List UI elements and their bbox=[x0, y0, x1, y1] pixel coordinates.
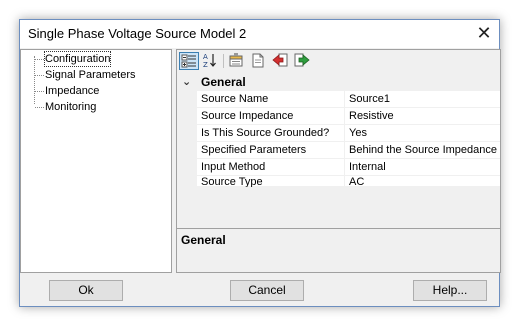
property-row-source-name[interactable]: Source Name Source1 bbox=[197, 91, 500, 108]
ok-button[interactable]: Ok bbox=[49, 280, 123, 301]
grid-empty-area bbox=[177, 187, 500, 227]
property-pages-icon[interactable] bbox=[227, 52, 247, 70]
tree-item-impedance[interactable]: Impedance bbox=[45, 84, 99, 98]
column-divider bbox=[344, 125, 345, 142]
title-bar[interactable]: Single Phase Voltage Source Model 2 ✕ bbox=[20, 20, 499, 48]
property-row-grounded[interactable]: Is This Source Grounded? Yes bbox=[197, 125, 500, 142]
description-title: General bbox=[181, 233, 226, 247]
property-name: Input Method bbox=[201, 161, 266, 173]
svg-text:A: A bbox=[203, 53, 208, 61]
tree-item-monitoring[interactable]: Monitoring bbox=[45, 100, 96, 114]
property-value[interactable]: Yes bbox=[349, 126, 499, 141]
property-name: Specified Parameters bbox=[201, 144, 307, 156]
property-grid-panel: A Z ⌄ General Source Name Source1 Source… bbox=[176, 49, 501, 273]
categorized-view-icon[interactable] bbox=[179, 52, 199, 70]
new-document-icon[interactable] bbox=[249, 52, 269, 70]
tree-item-signal-parameters[interactable]: Signal Parameters bbox=[45, 68, 136, 82]
property-name: Source Name bbox=[201, 93, 269, 105]
chevron-down-icon[interactable]: ⌄ bbox=[182, 75, 191, 88]
property-value[interactable]: Internal bbox=[349, 160, 499, 175]
property-row-input-method[interactable]: Input Method Internal bbox=[197, 159, 500, 176]
tree-connector bbox=[35, 107, 44, 108]
dialog-window: Single Phase Voltage Source Model 2 ✕ Co… bbox=[19, 19, 501, 307]
category-row-general[interactable]: ⌄ General bbox=[177, 73, 500, 91]
category-label: General bbox=[201, 75, 246, 89]
column-divider bbox=[344, 91, 345, 108]
grid-margin bbox=[177, 91, 197, 187]
description-pane: General bbox=[177, 228, 500, 272]
column-divider bbox=[344, 142, 345, 159]
close-icon[interactable]: ✕ bbox=[469, 20, 499, 48]
tree-item-configuration[interactable]: Configuration bbox=[43, 51, 112, 67]
property-value[interactable]: Source1 bbox=[349, 92, 499, 107]
tree-connector bbox=[35, 59, 44, 60]
property-name: Source Impedance bbox=[201, 110, 294, 122]
cancel-button[interactable]: Cancel bbox=[230, 280, 304, 301]
tree-connector bbox=[35, 91, 44, 92]
property-row-source-impedance[interactable]: Source Impedance Resistive bbox=[197, 108, 500, 125]
export-icon[interactable] bbox=[293, 52, 313, 70]
property-value[interactable]: Resistive bbox=[349, 109, 499, 124]
column-divider bbox=[344, 159, 345, 176]
toolbar-separator bbox=[223, 54, 224, 68]
navigation-tree: Configuration Signal Parameters Impedanc… bbox=[20, 49, 172, 273]
property-value[interactable]: Behind the Source Impedance bbox=[349, 143, 499, 158]
property-row-source-type[interactable]: Source Type AC bbox=[197, 176, 500, 193]
column-divider bbox=[344, 108, 345, 125]
property-toolbar: A Z bbox=[177, 50, 500, 72]
window-title: Single Phase Voltage Source Model 2 bbox=[28, 26, 247, 41]
tree-connector bbox=[35, 75, 44, 76]
tree-connector-line bbox=[34, 56, 35, 104]
sort-alphabetical-icon[interactable]: A Z bbox=[201, 52, 221, 70]
property-grid: ⌄ General Source Name Source1 Source Imp… bbox=[177, 73, 500, 193]
help-button[interactable]: Help... bbox=[413, 280, 487, 301]
property-name: Is This Source Grounded? bbox=[201, 127, 330, 139]
svg-text:Z: Z bbox=[203, 61, 208, 68]
property-row-specified-parameters[interactable]: Specified Parameters Behind the Source I… bbox=[197, 142, 500, 159]
import-icon[interactable] bbox=[271, 52, 291, 70]
